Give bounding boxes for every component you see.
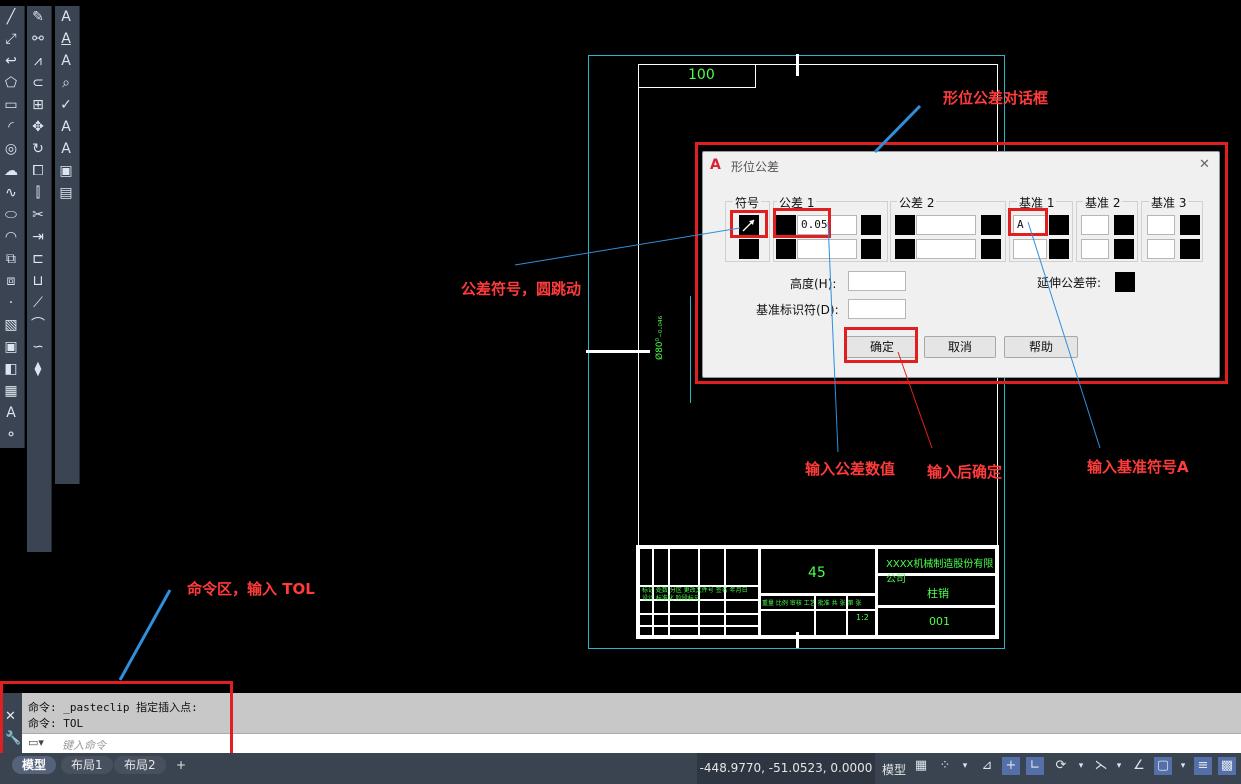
infer-constraints-icon[interactable]: ⊿	[978, 757, 996, 775]
isometric-icon[interactable]: ⋋	[1092, 757, 1110, 775]
tab-model[interactable]: 模型	[12, 756, 57, 774]
annotation-tolerance: 输入公差数值	[805, 460, 896, 478]
annotation-symbol: 公差符号，圆跳动	[461, 280, 582, 298]
polar-tracking-icon[interactable]: ⟳	[1052, 757, 1070, 775]
object-snap-tracking-icon[interactable]: ∠	[1130, 757, 1148, 775]
coordinate-readout: -448.9770, -51.0523, 0.0000	[697, 753, 875, 784]
annotation-lines	[118, 104, 1101, 681]
iso-dropdown-icon[interactable]: ▾	[1110, 757, 1128, 775]
dynamic-input-icon[interactable]: +	[1002, 757, 1020, 775]
transparency-icon[interactable]: ▩	[1218, 757, 1236, 775]
snap-icon[interactable]: ⁘	[936, 757, 954, 775]
tab-layout1[interactable]: 布局1	[61, 756, 113, 774]
snap-dropdown-icon[interactable]: ▾	[956, 757, 974, 775]
lineweight-icon[interactable]: ≡	[1194, 757, 1212, 775]
tab-layout2[interactable]: 布局2	[114, 756, 166, 774]
annotation-datum: 输入基准符号A	[1087, 458, 1189, 476]
annotation-command: 命令区，输入 TOL	[187, 580, 315, 598]
osnap-dropdown-icon[interactable]: ▾	[1174, 757, 1192, 775]
grid-icon[interactable]: ▦	[912, 757, 930, 775]
ortho-icon[interactable]: ∟	[1026, 757, 1044, 775]
add-tab-button[interactable]: +	[166, 756, 196, 774]
status-bar: 模型 布局1 布局2 + -448.9770, -51.0523, 0.0000…	[0, 753, 1241, 784]
object-snap-icon[interactable]: ▢	[1154, 757, 1172, 775]
polar-dropdown-icon[interactable]: ▾	[1072, 757, 1090, 775]
model-space-label[interactable]: 模型	[882, 761, 906, 778]
annotation-dialog: 形位公差对话框	[943, 89, 1049, 107]
annotation-confirm: 输入后确定	[927, 463, 1003, 481]
